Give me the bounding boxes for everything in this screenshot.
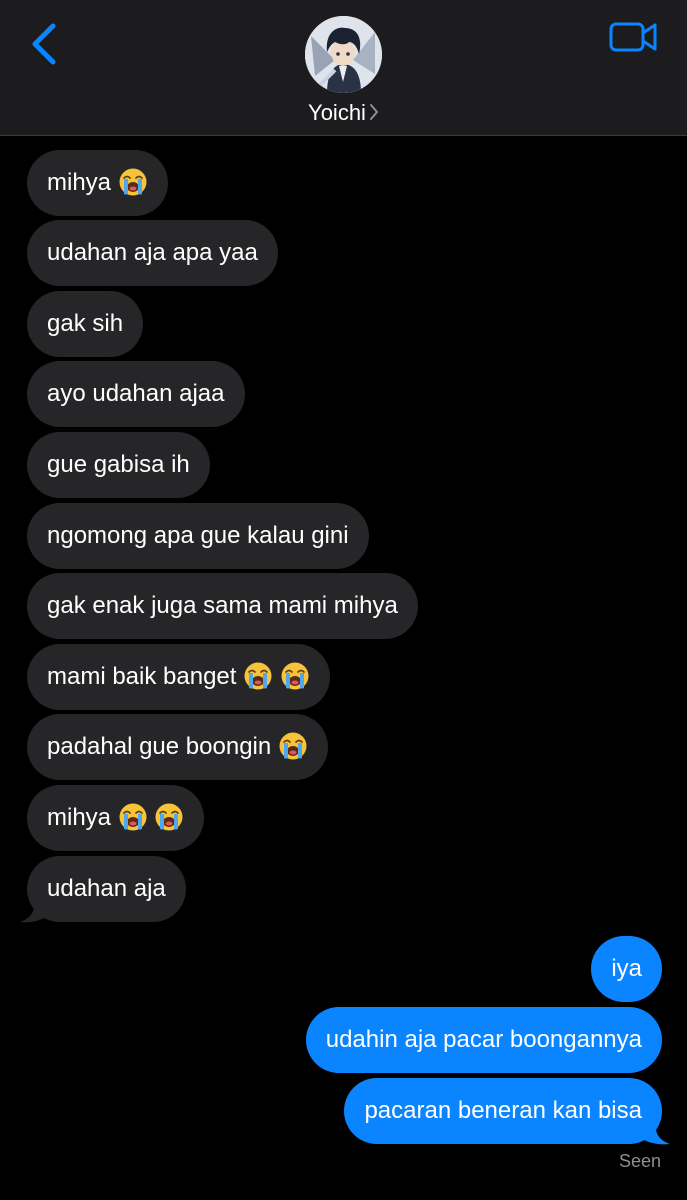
message-text: mami baik banget bbox=[47, 663, 237, 690]
back-button[interactable] bbox=[26, 20, 66, 68]
message-text: pacaran beneran kan bisa bbox=[364, 1097, 642, 1124]
incoming-message[interactable]: padahal gue boongin bbox=[27, 714, 328, 780]
loudly-crying-face-icon bbox=[243, 661, 273, 691]
message-text: mihya bbox=[47, 804, 112, 831]
incoming-message[interactable]: mami baik banget bbox=[27, 644, 330, 710]
incoming-message[interactable]: ngomong apa gue kalau gini bbox=[27, 503, 369, 569]
chat-header: Yoichi bbox=[0, 0, 687, 136]
message-text: iya bbox=[611, 955, 642, 982]
incoming-bubble-tail bbox=[20, 898, 48, 923]
incoming-message[interactable]: udahan aja apa yaa bbox=[27, 220, 278, 286]
incoming-message[interactable]: gue gabisa ih bbox=[27, 432, 210, 498]
outgoing-message[interactable]: pacaran beneran kan bisa bbox=[344, 1078, 662, 1144]
incoming-message[interactable]: mihya bbox=[27, 150, 168, 216]
contact-name-button[interactable]: Yoichi bbox=[0, 100, 687, 127]
outgoing-bubble-tail bbox=[640, 1120, 670, 1145]
outgoing-message[interactable]: udahin aja pacar boongannya bbox=[305, 1007, 662, 1073]
contact-name: Yoichi bbox=[308, 100, 366, 125]
chevron-right-icon bbox=[369, 101, 379, 127]
message-text: gue gabisa ih bbox=[47, 451, 190, 478]
message-text: udahin aja pacar boongannya bbox=[325, 1026, 642, 1053]
facetime-video-button[interactable] bbox=[608, 20, 660, 56]
outgoing-message[interactable]: iya bbox=[591, 936, 662, 1002]
message-text: gak sih bbox=[47, 310, 124, 337]
incoming-message[interactable]: gak enak juga sama mami mihya bbox=[27, 573, 418, 639]
loudly-crying-face-icon bbox=[280, 661, 310, 691]
loudly-crying-face-icon bbox=[154, 802, 184, 832]
contact-avatar[interactable] bbox=[305, 16, 382, 93]
message-text: udahan aja bbox=[47, 875, 166, 902]
video-camera-icon bbox=[609, 22, 657, 52]
incoming-message[interactable]: gak sih bbox=[27, 291, 144, 357]
message-text: mihya bbox=[47, 169, 112, 196]
incoming-message[interactable]: udahan aja bbox=[27, 856, 186, 922]
incoming-message[interactable]: ayo udahan ajaa bbox=[27, 361, 245, 427]
incoming-message[interactable]: mihya bbox=[27, 785, 205, 851]
loudly-crying-face-icon bbox=[118, 167, 148, 197]
message-text: gak enak juga sama mami mihya bbox=[47, 592, 398, 619]
message-text: padahal gue boongin bbox=[47, 733, 272, 760]
message-text: ayo udahan ajaa bbox=[47, 380, 225, 407]
message-text: udahan aja apa yaa bbox=[47, 239, 258, 266]
read-receipt: Seen bbox=[618, 1151, 661, 1171]
loudly-crying-face-icon bbox=[118, 802, 148, 832]
chevron-left-icon bbox=[32, 23, 56, 65]
loudly-crying-face-icon bbox=[278, 731, 308, 761]
message-text: ngomong apa gue kalau gini bbox=[47, 522, 349, 549]
